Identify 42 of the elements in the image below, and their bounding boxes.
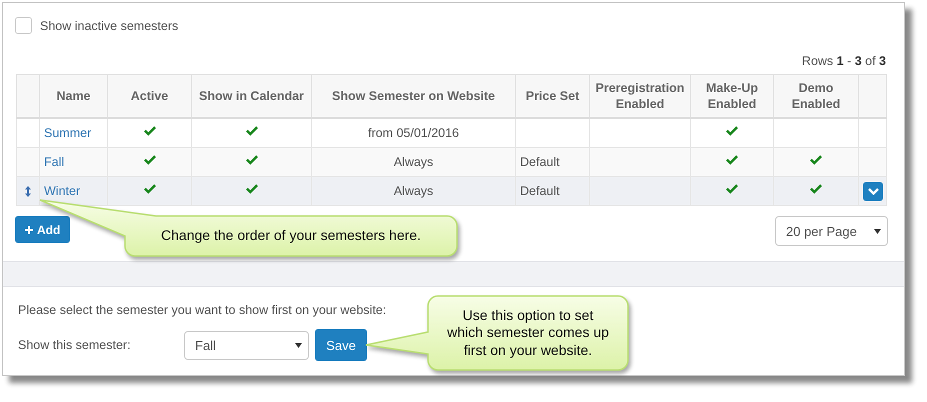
add-button[interactable]: Add	[15, 216, 70, 243]
check-icon	[809, 155, 823, 166]
check-icon	[142, 184, 156, 195]
check-icon	[142, 126, 156, 137]
callout-text: Change the order of your semesters here.	[161, 227, 421, 245]
checkbox[interactable]	[15, 17, 32, 34]
column-header: Demo Enabled	[774, 74, 858, 118]
caret-icon	[874, 228, 881, 234]
column-header: Make-Up Enabled	[690, 74, 774, 118]
table-cell: Default	[520, 184, 560, 198]
callout-text: Use this option to set which semester comes up first on your website.	[446, 306, 610, 360]
table-cell: Always	[394, 184, 434, 198]
drag-handle-icon[interactable]	[25, 186, 31, 198]
plus-icon	[25, 226, 33, 234]
check-icon	[725, 155, 739, 166]
column-header: Show in Calendar	[192, 74, 312, 118]
check-icon	[244, 155, 258, 166]
column-header: Name	[40, 74, 108, 118]
field-label: Show this semester:	[18, 338, 132, 352]
table-cell: Default	[520, 155, 560, 169]
check-icon	[809, 184, 823, 195]
column-header: Show Semester on Website	[312, 74, 516, 118]
check-icon	[725, 126, 739, 137]
check-icon	[725, 184, 739, 195]
row-menu-button[interactable]	[863, 182, 883, 200]
semester-select[interactable]: Fall	[184, 330, 309, 360]
check-icon	[142, 155, 156, 166]
chevron-down-icon	[868, 188, 878, 194]
column-header: Active	[108, 74, 192, 118]
table-cell: Always	[394, 155, 434, 169]
checkbox-label: Show inactive semesters	[40, 18, 178, 32]
check-icon	[244, 126, 258, 137]
caret-icon	[295, 342, 302, 348]
prompt-text: Please select the semester you want to show first on your website:	[18, 303, 386, 317]
per-page-select[interactable]: 20 per Page	[775, 216, 888, 246]
rows-count: Rows 1 - 3 of 3	[802, 54, 886, 68]
semester-link[interactable]: Fall	[44, 155, 64, 169]
column-header: Preregistration Enabled	[590, 74, 690, 118]
save-button[interactable]: Save	[315, 329, 367, 361]
check-icon	[244, 184, 258, 195]
table-cell: from 05/01/2016	[368, 126, 460, 140]
column-header: Price Set	[516, 74, 590, 118]
